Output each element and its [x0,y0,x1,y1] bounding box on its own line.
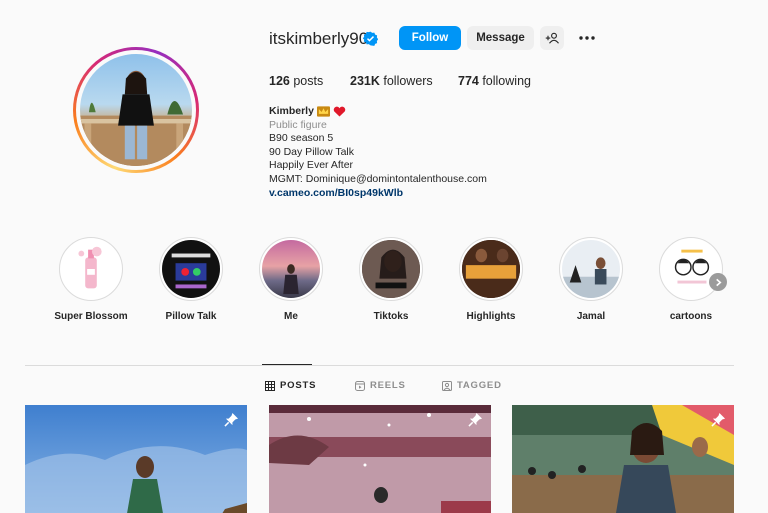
avatar-border [76,50,196,170]
highlight-super-blossom[interactable]: Super Blossom [51,237,131,322]
bio-external-link[interactable]: v.cameo.com/BI0sp49kWlb [269,187,599,201]
following-link[interactable]: 774 following [458,74,531,88]
followers-count-label: followers [379,74,433,88]
post-tile[interactable] [25,405,247,513]
highlight-cover [362,240,420,298]
highlight-cover [62,240,120,298]
highlight-ring [559,237,623,301]
posts-count: 126 posts [269,74,323,88]
post-image [512,405,734,513]
bio-line: MGMT: Dominique@domintontalenthouse.com [269,172,487,185]
followers-count-number: 231K [350,74,380,88]
bio-line: 90 Day Pillow Talk [269,145,355,158]
tagged-icon [442,380,452,391]
posts-count-label: posts [289,74,324,88]
highlight-highlights[interactable]: Highlights [451,237,531,322]
highlight-label: Pillow Talk [165,311,217,322]
avatar-image [80,70,192,166]
followers-link[interactable]: 231K followers [350,74,433,88]
highlight-ring [459,237,523,301]
highlight-label: Highlights [466,311,516,322]
bio-category: Public figure [269,118,327,131]
highlight-ring [359,237,423,301]
pin-icon [468,412,483,427]
profile-avatar-ring[interactable] [73,47,199,173]
profile-username: itskimberly90 [269,29,369,48]
tab-label: POSTS [280,380,317,391]
crown-icon [316,106,330,117]
pin-icon [711,412,726,427]
highlight-label: Jamal [576,311,606,322]
following-count-label: following [478,74,531,88]
chevron-right-icon [715,278,722,286]
highlight-ring [659,237,723,301]
pin-icon [224,412,239,427]
highlight-cover [462,240,520,298]
verified-badge-icon [363,31,378,46]
following-count-number: 774 [458,74,479,88]
tab-label: REELS [370,380,406,391]
highlight-pillow-talk[interactable]: Pillow Talk [151,237,231,322]
posts-count-number: 126 [269,74,290,88]
red-heart-icon [333,106,346,117]
highlight-label: cartoons [669,311,713,322]
post-tile[interactable] [512,405,734,513]
grid-icon [265,380,275,391]
tab-reels[interactable]: REELS [355,380,406,391]
ellipsis-icon[interactable] [578,31,596,45]
highlight-jamal[interactable]: Jamal [551,237,631,322]
post-tile[interactable] [269,405,491,513]
highlight-cover [262,240,320,298]
follow-button[interactable]: Follow [399,26,461,50]
post-image [25,405,247,513]
tab-tagged[interactable]: TAGGED [442,380,502,391]
highlights-next-button[interactable] [709,273,727,291]
highlight-ring [159,237,223,301]
highlight-cover [662,240,720,298]
bio-name-row: Kimberly [269,105,599,119]
highlight-label: Super Blossom [54,311,128,322]
highlight-ring [59,237,123,301]
bio-line: Happily Ever After [269,159,354,172]
highlight-me[interactable]: Me [251,237,331,322]
tab-label: TAGGED [457,380,502,391]
post-image [269,405,491,513]
bio-name: Kimberly [269,105,314,117]
profile-bio: Kimberly Public figure B90 season 5 90 D… [269,105,599,200]
tab-posts[interactable]: POSTS [265,380,316,391]
highlight-tiktoks[interactable]: Tiktoks [351,237,431,322]
message-button[interactable]: Message [467,26,534,50]
highlight-cover [162,240,220,298]
active-tab-indicator [262,364,312,365]
avatar [80,54,192,166]
highlight-label: Me [284,311,298,322]
tabs-divider [25,365,734,366]
highlight-ring [259,237,323,301]
highlight-cover [562,240,620,298]
highlight-label: Tiktoks [373,311,409,322]
suggest-users-button[interactable] [540,26,564,50]
reels-icon [355,380,365,391]
bio-line: B90 season 5 [269,132,334,145]
person-plus-icon [545,32,559,44]
